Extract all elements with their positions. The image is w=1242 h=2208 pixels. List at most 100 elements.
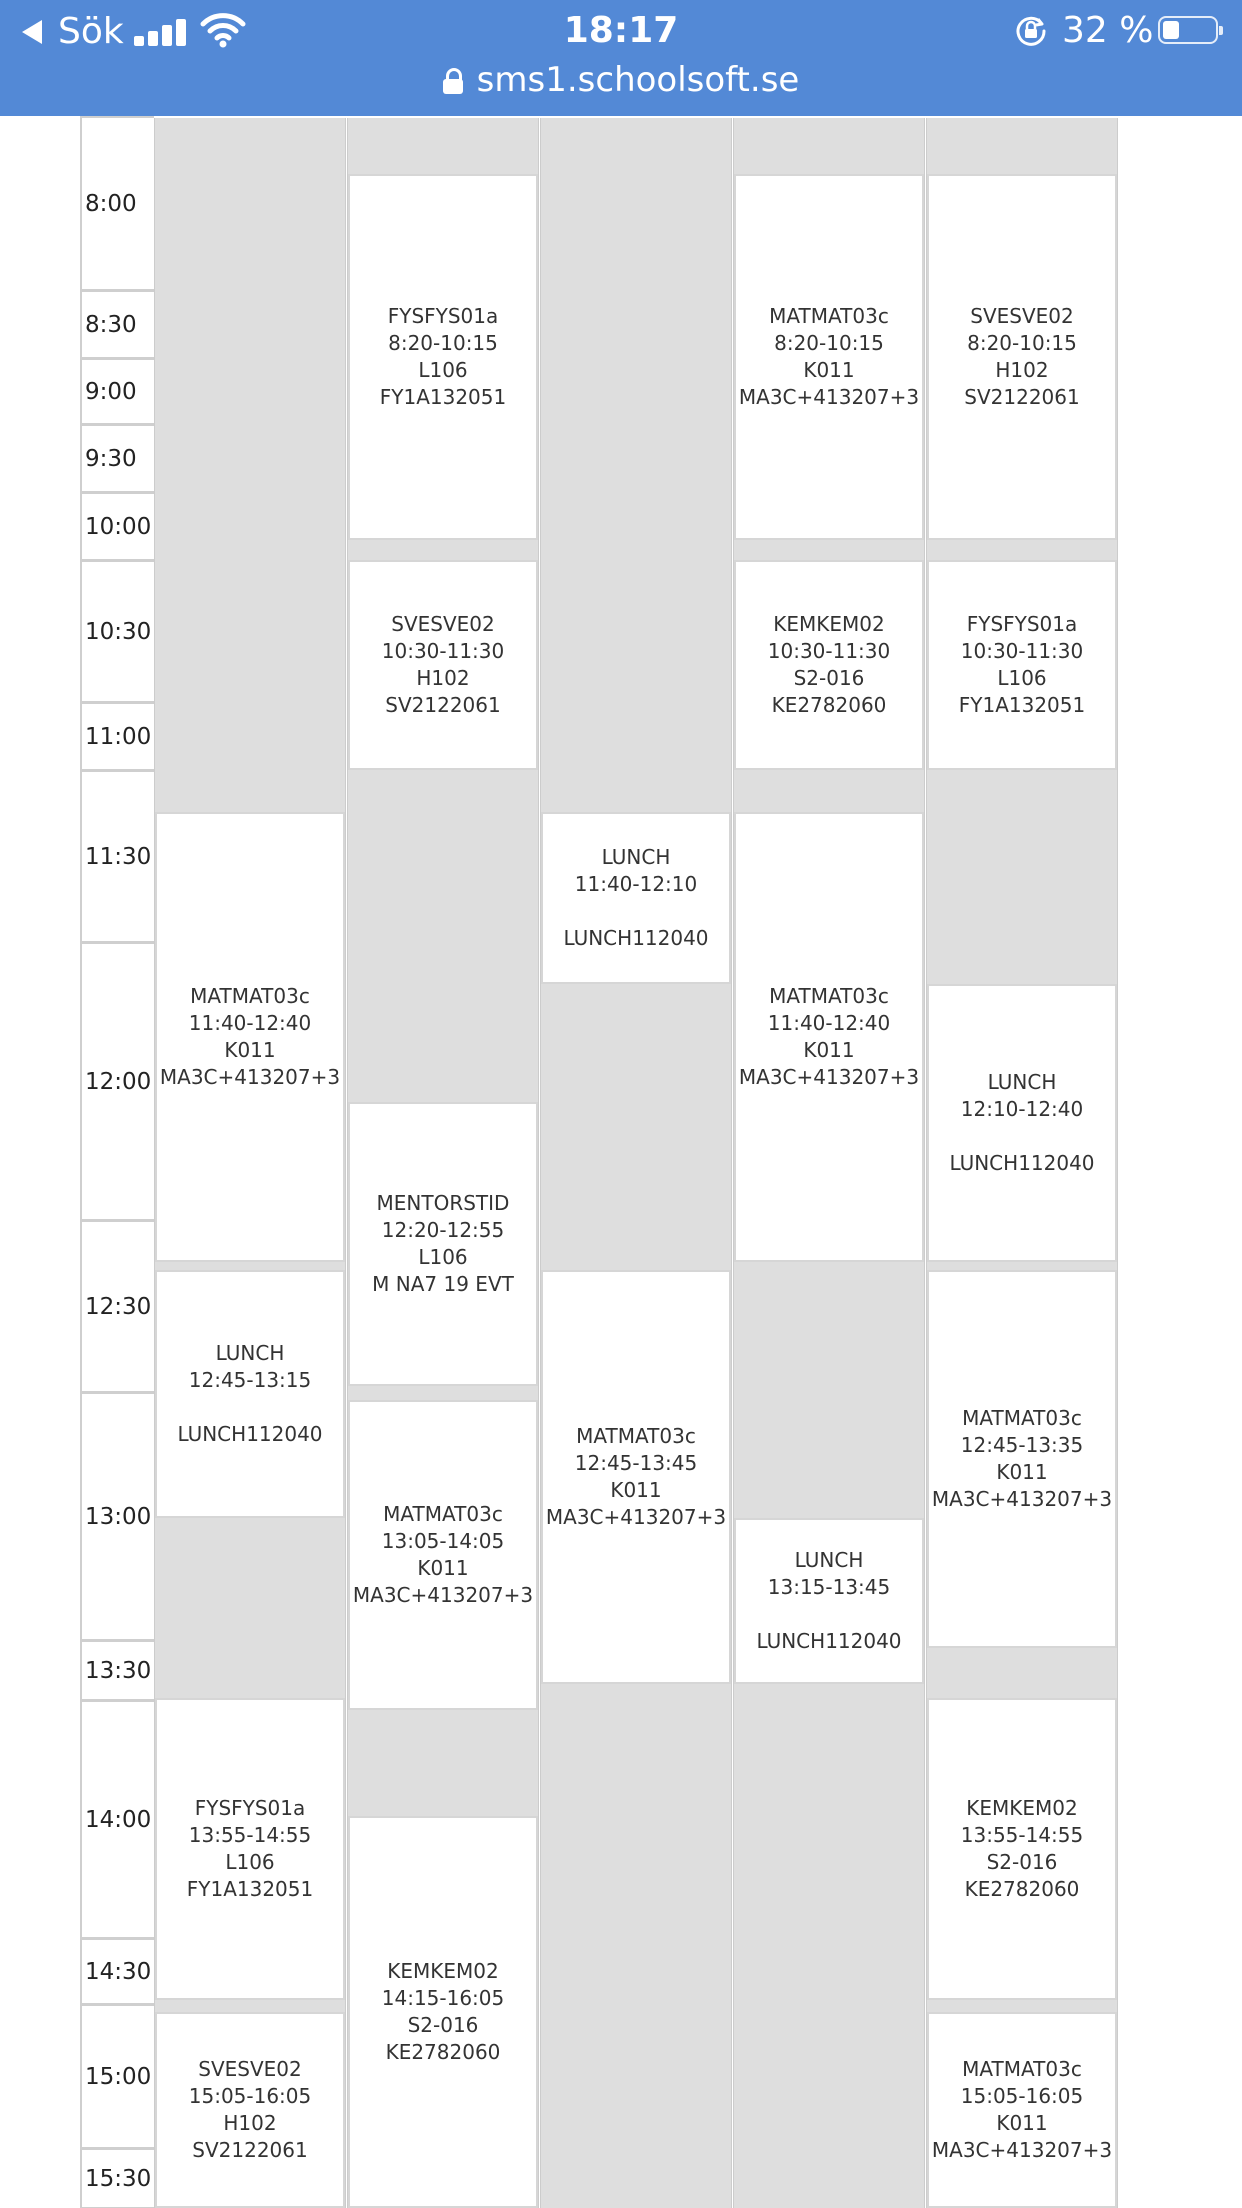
- lesson-details: KEMKEM02 13:55-14:55 S2-016 KE2782060: [929, 1795, 1115, 1903]
- day-column: MATMAT03c 11:40-12:40 K011 MA3C+413207+3 LUN…: [154, 118, 346, 2208]
- lesson-group: KE2782060: [964, 1877, 1080, 1901]
- lesson-block[interactable]: LUNCH 12:10-12:40 LUNCH112040: [927, 984, 1117, 1262]
- lesson-group: MA3C+413207+3: [931, 2138, 1113, 2162]
- lesson-room: K011: [996, 1460, 1048, 1484]
- lesson-details: MATMAT03c 12:45-13:35 K011 MA3C+413207+3: [929, 1405, 1115, 1513]
- lesson-block[interactable]: KEMKEM02 13:55-14:55 S2-016 KE2782060: [927, 1698, 1117, 2000]
- time-slot-row: 8:00: [82, 116, 154, 290]
- lesson-block[interactable]: FYSFYS01a 13:55-14:55 L106 FY1A132051: [155, 1698, 345, 2000]
- lesson-block[interactable]: MATMAT03c 11:40-12:40 K011 MA3C+413207+3: [734, 812, 924, 1262]
- lesson-block[interactable]: LUNCH 11:40-12:10 LUNCH112040: [541, 812, 731, 984]
- lesson-group: FY1A132051: [186, 1877, 314, 1901]
- time-label: 10:30: [85, 618, 152, 645]
- lesson-room: K011: [224, 1038, 276, 1062]
- lesson-block[interactable]: FYSFYS01a 8:20-10:15 L106 FY1A132051: [348, 174, 538, 540]
- time-slot-row: 12:00: [82, 942, 154, 1220]
- lesson-course: LUNCH: [601, 845, 671, 869]
- lesson-room: [157, 1394, 343, 1421]
- lesson-details: LUNCH 13:15-13:45 LUNCH112040: [736, 1547, 922, 1655]
- lesson-time: 15:05-16:05: [188, 2084, 312, 2108]
- time-label: 13:30: [85, 1657, 152, 1684]
- time-label: 8:00: [85, 190, 137, 217]
- lesson-block[interactable]: MATMAT03c 12:45-13:35 K011 MA3C+413207+3: [927, 1270, 1117, 1648]
- lesson-block[interactable]: SVESVE02 8:20-10:15 H102 SV2122061: [927, 174, 1117, 540]
- lesson-details: KEMKEM02 14:15-16:05 S2-016 KE2782060: [350, 1958, 536, 2066]
- day-column: SVESVE02 8:20-10:15 H102 SV2122061 FYSFYS01a…: [926, 118, 1118, 2208]
- time-label: 13:00: [85, 1503, 152, 1530]
- url-text[interactable]: sms1.schoolsoft.se: [477, 56, 800, 104]
- lesson-details: MATMAT03c 11:40-12:40 K011 MA3C+413207+3: [157, 983, 343, 1091]
- lesson-block[interactable]: SVESVE02 10:30-11:30 H102 SV2122061: [348, 560, 538, 770]
- lesson-block[interactable]: MATMAT03c 12:45-13:45 K011 MA3C+413207+3: [541, 1270, 731, 1684]
- lesson-block[interactable]: SVESVE02 15:05-16:05 H102 SV2122061: [155, 2012, 345, 2208]
- lesson-time: 15:05-16:05: [960, 2084, 1084, 2108]
- orientation-lock-icon: [1016, 16, 1046, 46]
- address-bar[interactable]: sms1.schoolsoft.se: [0, 56, 1242, 104]
- lesson-block[interactable]: MATMAT03c 15:05-16:05 K011 MA3C+413207+3: [927, 2012, 1117, 2208]
- time-slot-row: 14:00: [82, 1700, 154, 1938]
- lesson-room: [543, 898, 729, 925]
- lesson-course: KEMKEM02: [387, 1959, 499, 1983]
- lesson-room: [929, 1123, 1115, 1150]
- lesson-course: KEMKEM02: [966, 1796, 1078, 1820]
- lesson-time: 11:40-12:40: [188, 1011, 312, 1035]
- lesson-course: KEMKEM02: [773, 612, 885, 636]
- lesson-time: 12:20-12:55: [381, 1218, 505, 1242]
- lesson-group: MA3C+413207+3: [931, 1487, 1113, 1511]
- lesson-time: 8:20-10:15: [388, 331, 498, 355]
- lesson-course: SVESVE02: [970, 304, 1074, 328]
- battery-icon: [1158, 16, 1223, 44]
- lesson-details: SVESVE02 8:20-10:15 H102 SV2122061: [929, 303, 1115, 411]
- lesson-block[interactable]: MATMAT03c 8:20-10:15 K011 MA3C+413207+3: [734, 174, 924, 540]
- time-axis: 8:00 8:30 9:00 9:30 10:00 10:30 11:00 11:30 12:0…: [80, 116, 156, 2208]
- lesson-group: LUNCH112040: [756, 1629, 902, 1653]
- lesson-time: 12:45-13:35: [960, 1433, 1084, 1457]
- lesson-details: MATMAT03c 12:45-13:45 K011 MA3C+413207+3: [543, 1423, 729, 1531]
- lesson-details: MATMAT03c 11:40-12:40 K011 MA3C+413207+3: [736, 983, 922, 1091]
- time-label: 10:00: [85, 513, 152, 540]
- lesson-block[interactable]: KEMKEM02 10:30-11:30 S2-016 KE2782060: [734, 560, 924, 770]
- lesson-group: LUNCH112040: [177, 1422, 323, 1446]
- lesson-course: LUNCH: [794, 1548, 864, 1572]
- time-label: 8:30: [85, 311, 137, 338]
- lesson-block[interactable]: KEMKEM02 14:15-16:05 S2-016 KE2782060: [348, 1816, 538, 2208]
- time-slot-row: 13:30: [82, 1640, 154, 1700]
- time-slot-row: 9:30: [82, 424, 154, 492]
- lesson-block[interactable]: MATMAT03c 13:05-14:05 K011 MA3C+413207+3: [348, 1400, 538, 1710]
- lesson-group: FY1A132051: [379, 385, 507, 409]
- lesson-details: MATMAT03c 15:05-16:05 K011 MA3C+413207+3: [929, 2056, 1115, 2164]
- lesson-time: 10:30-11:30: [767, 639, 891, 663]
- time-slot-row: 11:00: [82, 702, 154, 770]
- lesson-time: 8:20-10:15: [967, 331, 1077, 355]
- lesson-room: K011: [996, 2111, 1048, 2135]
- time-label: 9:30: [85, 445, 137, 472]
- lesson-group: MA3C+413207+3: [738, 1065, 920, 1089]
- time-label: 11:00: [85, 723, 152, 750]
- lesson-group: SV2122061: [192, 2138, 308, 2162]
- lesson-room: S2-016: [793, 666, 865, 690]
- time-label: 15:30: [85, 2165, 152, 2192]
- lesson-time: 11:40-12:40: [767, 1011, 891, 1035]
- lesson-room: H102: [223, 2111, 277, 2135]
- lesson-block[interactable]: LUNCH 12:45-13:15 LUNCH112040: [155, 1270, 345, 1518]
- lesson-time: 10:30-11:30: [381, 639, 505, 663]
- lesson-details: MATMAT03c 8:20-10:15 K011 MA3C+413207+3: [736, 303, 922, 411]
- lesson-block[interactable]: FYSFYS01a 10:30-11:30 L106 FY1A132051: [927, 560, 1117, 770]
- browser-status-bar: Sök 18:17 32 % sms1.schoolsoft.se: [0, 0, 1242, 116]
- lesson-group: M NA7 19 EVT: [372, 1272, 514, 1296]
- time-slot-row: 11:30: [82, 770, 154, 942]
- lesson-course: MATMAT03c: [962, 1406, 1082, 1430]
- lesson-time: 13:15-13:45: [767, 1575, 891, 1599]
- lesson-details: FYSFYS01a 10:30-11:30 L106 FY1A132051: [929, 611, 1115, 719]
- lesson-room: K011: [803, 1038, 855, 1062]
- lesson-block[interactable]: MATMAT03c 11:40-12:40 K011 MA3C+413207+3: [155, 812, 345, 1262]
- lesson-course: SVESVE02: [198, 2057, 302, 2081]
- lesson-details: MENTORSTID 12:20-12:55 L106 M NA7 19 EVT: [350, 1190, 536, 1298]
- day-column: MATMAT03c 8:20-10:15 K011 MA3C+413207+3 KEMK…: [733, 118, 925, 2208]
- lesson-course: LUNCH: [987, 1070, 1057, 1094]
- lesson-group: MA3C+413207+3: [545, 1505, 727, 1529]
- lesson-block[interactable]: MENTORSTID 12:20-12:55 L106 M NA7 19 EVT: [348, 1102, 538, 1386]
- lesson-course: MENTORSTID: [376, 1191, 510, 1215]
- lesson-details: MATMAT03c 13:05-14:05 K011 MA3C+413207+3: [350, 1501, 536, 1609]
- lesson-block[interactable]: LUNCH 13:15-13:45 LUNCH112040: [734, 1518, 924, 1684]
